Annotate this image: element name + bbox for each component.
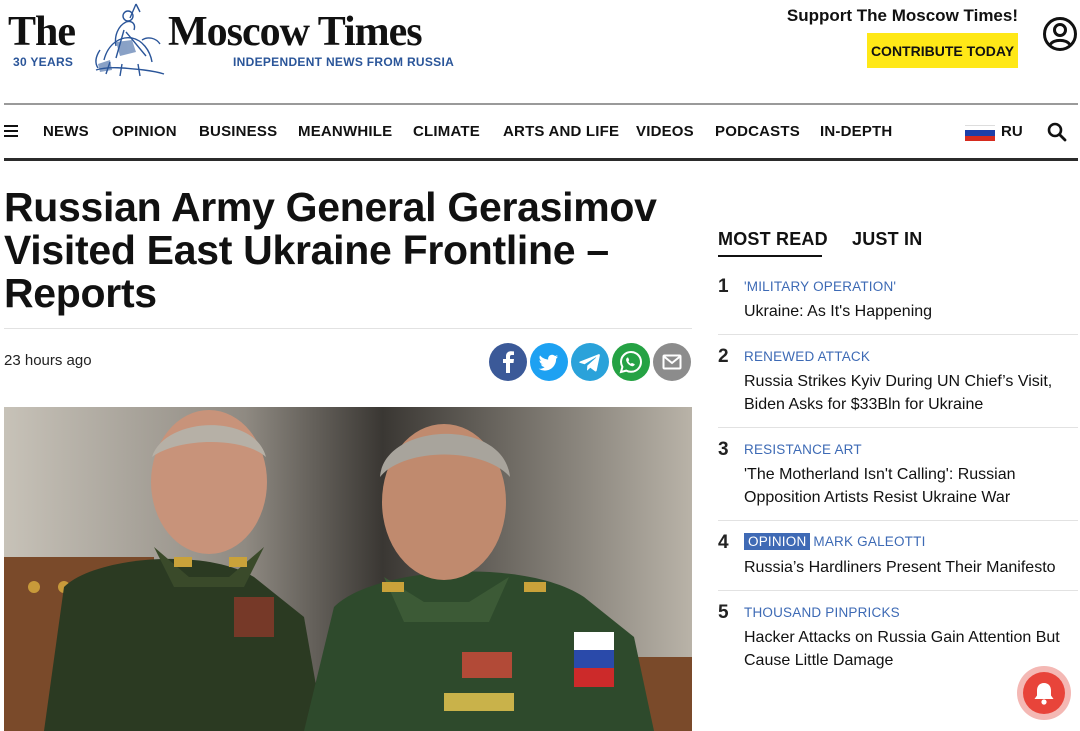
facebook-icon <box>503 351 514 373</box>
bell-icon <box>1034 683 1054 705</box>
active-tab-indicator <box>718 255 822 257</box>
item-number: 5 <box>718 602 729 623</box>
article-headline: Russian Army General Gerasimov Visited E… <box>4 184 657 316</box>
logo-tagline: INDEPENDENT NEWS FROM RUSSIA <box>233 55 455 69</box>
share-email-button[interactable] <box>653 343 691 381</box>
twitter-icon <box>538 354 558 371</box>
hamburger-icon[interactable] <box>4 125 18 137</box>
item-title[interactable]: Ukraine: As It's Happening <box>744 300 1080 323</box>
item-category[interactable]: RENEWED ATTACK <box>744 349 870 364</box>
item-category[interactable]: RESISTANCE ART <box>744 442 862 457</box>
list-divider <box>718 520 1078 521</box>
language-switch[interactable]: RU <box>1001 123 1023 140</box>
item-title[interactable]: Russia Strikes Kyiv During UN Chief’s Vi… <box>744 370 1080 416</box>
item-title[interactable]: Hacker Attacks on Russia Gain Attention … <box>744 626 1080 672</box>
share-twitter-button[interactable] <box>530 343 568 381</box>
nav-item-podcasts[interactable]: PODCASTS <box>715 123 800 140</box>
share-telegram-button[interactable] <box>571 343 609 381</box>
nav-divider <box>4 158 1078 161</box>
list-divider <box>718 590 1078 591</box>
list-divider <box>718 427 1078 428</box>
support-prompt: Support The Moscow Times! <box>786 6 1018 25</box>
main-nav: NEWS OPINION BUSINESS MEANWHILE CLIMATE … <box>4 105 1078 159</box>
nav-item-arts-and-life[interactable]: ARTS AND LIFE <box>503 123 619 140</box>
item-author[interactable]: MARK GALEOTTI <box>813 534 925 549</box>
nav-item-news[interactable]: NEWS <box>43 123 89 140</box>
logo-years-label: 30 YEARS <box>13 55 74 69</box>
telegram-icon <box>579 354 600 372</box>
email-icon <box>662 354 682 370</box>
search-icon[interactable] <box>1047 122 1067 142</box>
item-category[interactable]: THOUSAND PINPRICKS <box>744 605 900 620</box>
notification-button-inner <box>1023 672 1065 714</box>
item-number: 3 <box>718 439 729 460</box>
tab-just-in[interactable]: JUST IN <box>852 229 922 250</box>
photo-illustration <box>4 407 692 731</box>
nav-item-business[interactable]: BUSINESS <box>199 123 277 140</box>
st-george-emblem-icon[interactable] <box>86 0 168 78</box>
headline-divider <box>4 328 692 329</box>
nav-item-meanwhile[interactable]: MEANWHILE <box>298 123 392 140</box>
tab-most-read[interactable]: MOST READ <box>718 229 828 250</box>
item-title[interactable]: 'The Motherland Isn't Calling': Russian … <box>744 463 1080 509</box>
item-title[interactable]: Russia’s Hardliners Present Their Manife… <box>744 556 1080 579</box>
share-whatsapp-button[interactable] <box>612 343 650 381</box>
nav-item-in-depth[interactable]: IN-DEPTH <box>820 123 892 140</box>
russian-flag-icon[interactable] <box>965 125 995 141</box>
item-category-line: OPINION MARK GALEOTTI <box>744 533 926 550</box>
nav-item-videos[interactable]: VIDEOS <box>636 123 694 140</box>
article-photo <box>4 407 692 731</box>
opinion-badge[interactable]: OPINION <box>744 533 811 550</box>
logo-text-moscow-times[interactable]: Moscow Times <box>168 8 423 56</box>
contribute-button[interactable]: CONTRIBUTE TODAY <box>867 33 1018 68</box>
list-divider <box>718 334 1078 335</box>
whatsapp-icon <box>619 350 643 374</box>
article-timestamp: 23 hours ago <box>4 352 92 369</box>
site-header: The Moscow Times 30 YEARS INDEPENDENT NE… <box>0 0 1080 104</box>
item-number: 2 <box>718 346 729 367</box>
notification-button[interactable] <box>1017 666 1071 720</box>
user-circle-icon[interactable] <box>1042 16 1078 52</box>
item-number: 1 <box>718 276 729 297</box>
logo-text-the[interactable]: The <box>8 8 76 56</box>
item-number: 4 <box>718 532 729 553</box>
share-facebook-button[interactable] <box>489 343 527 381</box>
nav-item-opinion[interactable]: OPINION <box>112 123 177 140</box>
item-category[interactable]: 'MILITARY OPERATION' <box>744 279 896 294</box>
nav-item-climate[interactable]: CLIMATE <box>413 123 480 140</box>
